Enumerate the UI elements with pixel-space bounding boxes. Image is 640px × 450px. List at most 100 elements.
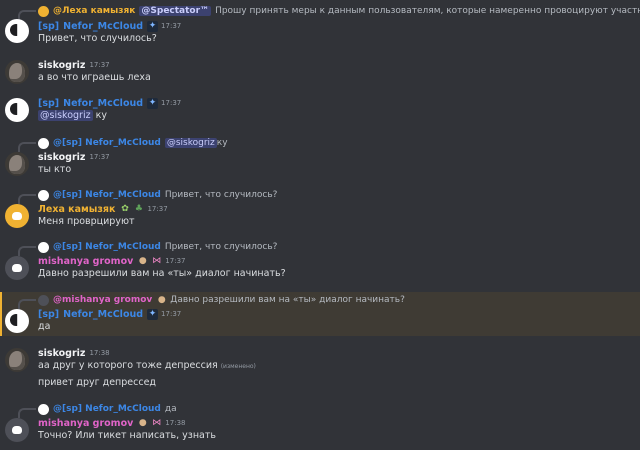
reply-connector [18, 299, 36, 309]
timestamp[interactable]: 17:38 [89, 349, 109, 357]
message-line-1: аа друг у которого тоже депрессия [38, 360, 218, 371]
avatar[interactable] [5, 309, 29, 333]
reply-author[interactable]: @[sp] Nefor_McCloud [53, 190, 161, 200]
reply-avatar [38, 241, 49, 253]
user-mention[interactable]: @siskogriz [38, 110, 93, 121]
message-text: ты кто [38, 164, 72, 175]
reply-connector [18, 10, 36, 20]
bow-icon: ⋈ [152, 255, 162, 266]
message-siskogriz-3: siskogriz 17:38 аа друг у которого тоже … [0, 346, 640, 392]
reply-text: да [164, 404, 177, 414]
reply-connector [18, 194, 36, 204]
message-siskogriz-2: @[sp] Nefor_McCloud @siskogriz ку siskog… [0, 136, 640, 180]
reply-mention[interactable]: @siskogriz [164, 138, 217, 148]
author-name[interactable]: Nefor_McCloud [63, 21, 143, 32]
author-name[interactable]: siskogriz [38, 348, 85, 359]
badge-icon: ✿ [121, 203, 129, 214]
message-text: @siskogriz ку [38, 109, 632, 123]
reply-connector [18, 142, 36, 152]
ball-icon: ● [157, 294, 166, 305]
avatar[interactable] [5, 19, 29, 43]
reply-author[interactable]: @mishanya gromov [53, 295, 152, 305]
reply-preview[interactable]: @[sp] Nefor_McCloud Привет, что случилос… [38, 188, 277, 202]
avatar[interactable] [5, 204, 29, 228]
tag-label[interactable]: [sp] [38, 309, 59, 320]
reply-preview[interactable]: @mishanya gromov ● Давно разрешили вам н… [38, 293, 405, 307]
message-text: да [38, 321, 51, 332]
reply-author[interactable]: @Леха камызяк [53, 6, 135, 16]
reply-connector [18, 408, 36, 418]
chat-message-list: @Леха камызяк @Spectator™ Прошу принять … [0, 0, 640, 450]
reply-preview[interactable]: @[sp] Nefor_McCloud @siskogriz ку [38, 136, 228, 150]
avatar[interactable] [5, 152, 29, 176]
message-mishanya-1: @[sp] Nefor_McCloud Привет, что случилос… [0, 240, 640, 284]
reply-text: Привет, что случилось? [164, 190, 278, 200]
mention-highlight-bar [0, 292, 2, 336]
message-header: [sp] Nefor_McCloud ✦ 17:37 [38, 307, 181, 321]
reply-preview[interactable]: @Леха камызяк @Spectator™ Прошу принять … [38, 4, 640, 18]
message-nefor-highlighted: @mishanya gromov ● Давно разрешили вам н… [0, 292, 640, 336]
message-text: Давно разрешили вам на «ты» диалог начин… [38, 268, 286, 279]
reply-text: Давно разрешили вам на «ты» диалог начин… [170, 295, 405, 305]
message-header: Леха камызяк ✿ ♣ 17:37 [38, 202, 168, 216]
timestamp[interactable]: 17:37 [89, 153, 109, 161]
author-name[interactable]: siskogriz [38, 60, 85, 71]
message-header: mishanya gromov ● ⋈ 17:38 [38, 416, 185, 430]
author-name[interactable]: Nefor_McCloud [63, 98, 143, 109]
message-header: siskogriz 17:37 [38, 58, 110, 72]
reply-text: ку [216, 138, 228, 148]
message-text: аа друг у которого тоже депрессия (измене… [38, 359, 632, 374]
message-text-2: привет друг депрессед [38, 377, 157, 388]
message-siskogriz-1: siskogriz 17:37 а во что играешь леха [0, 58, 640, 90]
avatar[interactable] [5, 256, 29, 280]
reply-preview[interactable]: @[sp] Nefor_McCloud Привет, что случилос… [38, 240, 277, 254]
role-icon: ✦ [147, 308, 159, 320]
avatar[interactable] [5, 60, 29, 84]
message-header: siskogriz 17:37 [38, 150, 110, 164]
reply-author[interactable]: @[sp] Nefor_McCloud [53, 242, 161, 252]
bow-icon: ⋈ [152, 417, 162, 428]
avatar[interactable] [5, 348, 29, 372]
tag-label[interactable]: [sp] [38, 98, 59, 109]
reply-avatar [38, 403, 49, 415]
timestamp[interactable]: 17:37 [161, 22, 181, 30]
role-icon: ✦ [147, 20, 159, 32]
message-nefor-2: [sp] Nefor_McCloud ✦ 17:37 @siskogriz ку [0, 96, 640, 128]
message-mishanya-2: @[sp] Nefor_McCloud да mishanya gromov ●… [0, 402, 640, 446]
message-header: [sp] Nefor_McCloud ✦ 17:37 [38, 19, 181, 33]
reply-avatar [38, 5, 49, 17]
timestamp[interactable]: 17:37 [165, 257, 185, 265]
reply-connector [18, 246, 36, 256]
timestamp[interactable]: 17:37 [161, 99, 181, 107]
reply-mention[interactable]: @Spectator™ [139, 6, 212, 16]
message-text: а во что играешь леха [38, 72, 151, 83]
reply-author[interactable]: @[sp] Nefor_McCloud [53, 138, 161, 148]
reply-avatar [38, 137, 49, 149]
message-text-tail: ку [92, 110, 107, 121]
message-leha: @[sp] Nefor_McCloud Привет, что случилос… [0, 188, 640, 232]
message-text: Меня проврцируют [38, 216, 135, 227]
author-name[interactable]: siskogriz [38, 152, 85, 163]
timestamp[interactable]: 17:37 [147, 205, 167, 213]
reply-preview[interactable]: @[sp] Nefor_McCloud да [38, 402, 177, 416]
author-name[interactable]: mishanya gromov [38, 256, 133, 267]
message-header: [sp] Nefor_McCloud ✦ 17:37 [38, 96, 181, 110]
reply-author[interactable]: @[sp] Nefor_McCloud [53, 404, 161, 414]
ball-icon: ● [138, 255, 147, 266]
message-header: mishanya gromov ● ⋈ 17:37 [38, 254, 185, 268]
timestamp[interactable]: 17:38 [165, 419, 185, 427]
message-nefor-1: @Леха камызяк @Spectator™ Прошу принять … [0, 0, 640, 46]
ball-icon: ● [138, 417, 147, 428]
message-text: Привет, что случилось? [38, 33, 157, 44]
tag-label[interactable]: [sp] [38, 21, 59, 32]
timestamp[interactable]: 17:37 [161, 310, 181, 318]
author-name[interactable]: Nefor_McCloud [63, 309, 143, 320]
edited-label: (изменено) [220, 363, 256, 370]
avatar[interactable] [5, 98, 29, 122]
author-name[interactable]: mishanya gromov [38, 418, 133, 429]
avatar[interactable] [5, 418, 29, 442]
reply-avatar [38, 294, 49, 306]
message-text: Точно? Или тикет написать, узнать [38, 430, 217, 441]
timestamp[interactable]: 17:37 [89, 61, 109, 69]
author-name[interactable]: Леха камызяк [38, 204, 115, 215]
